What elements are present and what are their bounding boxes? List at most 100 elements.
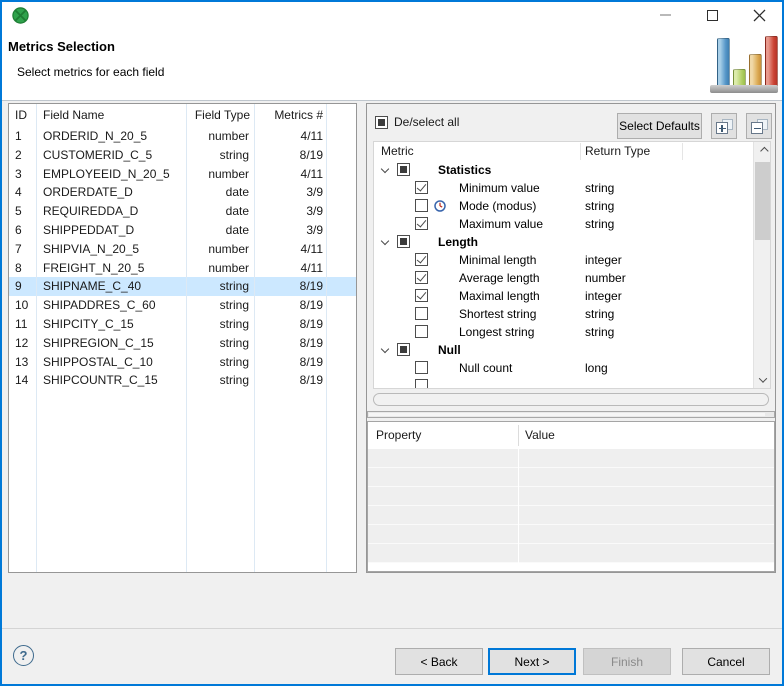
tree-item-maximum-value[interactable]: Maximum value string	[374, 215, 770, 233]
table-row[interactable]: 8FREIGHT_N_20_5number4/11	[9, 259, 356, 278]
tree-item-mode-modus[interactable]: Mode (modus) string	[374, 197, 770, 215]
scroll-up-icon[interactable]	[754, 142, 771, 159]
cell-type: string	[186, 353, 254, 372]
tree-group-length[interactable]: Length	[374, 233, 770, 251]
maximize-button[interactable]	[690, 0, 735, 30]
cancel-button[interactable]: Cancel	[682, 648, 770, 675]
col-header-return-type[interactable]: Return Type	[585, 142, 650, 161]
tree-item-null-count[interactable]: Null count long	[374, 359, 770, 377]
tree-item-minimal-length[interactable]: Minimal length integer	[374, 251, 770, 269]
item-label: Maximal length	[459, 287, 540, 305]
deselect-all-checkbox[interactable]: De/select all	[375, 115, 459, 129]
col-header-metric[interactable]: Metric	[381, 142, 414, 161]
group-checkbox[interactable]	[397, 235, 410, 248]
table-row[interactable]: 14SHIPCOUNTR_C_15string8/19	[9, 371, 356, 390]
chevron-down-icon[interactable]	[381, 165, 389, 173]
column-separator	[254, 104, 255, 572]
cell-name: SHIPREGION_C_15	[36, 334, 186, 353]
cell-type: string	[186, 315, 254, 334]
tree-item-minimum-value[interactable]: Minimum value string	[374, 179, 770, 197]
banner-bar-green	[733, 69, 746, 86]
item-checkbox[interactable]	[415, 289, 428, 302]
tree-group-null[interactable]: Null	[374, 341, 770, 359]
empty-property-row	[368, 506, 774, 525]
table-row[interactable]: 1ORDERID_N_20_5number4/11	[9, 127, 356, 146]
group-checkbox[interactable]	[397, 343, 410, 356]
item-checkbox[interactable]	[415, 253, 428, 266]
cell-id: 1	[9, 127, 36, 146]
clock-icon	[434, 200, 446, 212]
column-separator	[186, 104, 187, 572]
table-row[interactable]: 13SHIPPOSTAL_C_10string8/19	[9, 353, 356, 372]
item-label: Minimal length	[459, 251, 536, 269]
chevron-down-icon[interactable]	[381, 237, 389, 245]
tree-group-statistics[interactable]: Statistics	[374, 161, 770, 179]
table-row[interactable]: 4ORDERDATE_Ddate3/9	[9, 183, 356, 202]
cell-type: number	[186, 127, 254, 146]
cell-name: SHIPPEDDAT_D	[36, 221, 186, 240]
table-row[interactable]: 11SHIPCITY_C_15string8/19	[9, 315, 356, 334]
tree-item-clipped[interactable]	[374, 377, 770, 389]
table-row[interactable]: 7SHIPVIA_N_20_5number4/11	[9, 240, 356, 259]
item-checkbox[interactable]	[415, 307, 428, 320]
col-header-id[interactable]: ID	[9, 104, 36, 127]
return-type: string	[585, 179, 614, 197]
expand-all-button[interactable]	[711, 113, 737, 139]
help-button[interactable]: ?	[13, 645, 34, 666]
footer-separator	[2, 628, 782, 629]
cell-metrics: 8/19	[254, 296, 326, 315]
table-row[interactable]: 6SHIPPEDDAT_Ddate3/9	[9, 221, 356, 240]
scrollbar-thumb[interactable]	[755, 162, 770, 240]
finish-button: Finish	[583, 648, 671, 675]
item-checkbox[interactable]	[415, 181, 428, 194]
col-header-metrics[interactable]: Metrics #	[254, 104, 326, 127]
table-row[interactable]: 12SHIPREGION_C_15string8/19	[9, 334, 356, 353]
table-row[interactable]: 3EMPLOYEEID_N_20_5number4/11	[9, 165, 356, 184]
table-row[interactable]: 5REQUIREDDA_Ddate3/9	[9, 202, 356, 221]
group-label: Length	[438, 233, 478, 251]
tree-item-longest-string[interactable]: Longest string string	[374, 323, 770, 341]
cell-name: ORDERDATE_D	[36, 183, 186, 202]
tree-item-shortest-string[interactable]: Shortest string string	[374, 305, 770, 323]
col-header-field-type[interactable]: Field Type	[186, 104, 254, 127]
horizontal-scrollbar[interactable]	[367, 411, 775, 418]
close-button[interactable]	[737, 0, 782, 30]
table-row[interactable]: 2CUSTOMERID_C_5string8/19	[9, 146, 356, 165]
tree-item-maximal-length[interactable]: Maximal length integer	[374, 287, 770, 305]
deselect-all-label: De/select all	[394, 115, 459, 129]
maximize-icon	[707, 10, 718, 21]
table-row[interactable]: 10SHIPADDRES_C_60string8/19	[9, 296, 356, 315]
cell-id: 11	[9, 315, 36, 334]
group-checkbox[interactable]	[397, 163, 410, 176]
table-row-selected[interactable]: 9SHIPNAME_C_40string8/19	[9, 277, 356, 296]
return-type: string	[585, 323, 614, 341]
cell-type: date	[186, 202, 254, 221]
next-button[interactable]: Next >	[488, 648, 576, 675]
tree-item-average-length[interactable]: Average length number	[374, 269, 770, 287]
cell-name: SHIPADDRES_C_60	[36, 296, 186, 315]
cell-name: CUSTOMERID_C_5	[36, 146, 186, 165]
close-icon	[753, 9, 766, 22]
item-checkbox[interactable]	[415, 379, 428, 389]
cell-type: date	[186, 221, 254, 240]
collapse-all-button[interactable]	[746, 113, 772, 139]
chevron-down-icon[interactable]	[381, 345, 389, 353]
back-button[interactable]: < Back	[395, 648, 483, 675]
cell-metrics: 4/11	[254, 165, 326, 184]
vertical-scrollbar[interactable]	[753, 142, 770, 388]
expand-all-icon	[716, 119, 733, 134]
col-header-field-name[interactable]: Field Name	[36, 104, 186, 127]
item-checkbox[interactable]	[415, 361, 428, 374]
cell-id: 3	[9, 165, 36, 184]
select-defaults-button[interactable]: Select Defaults	[617, 113, 702, 139]
item-checkbox[interactable]	[415, 271, 428, 284]
item-checkbox[interactable]	[415, 325, 428, 338]
col-header-value[interactable]: Value	[525, 422, 555, 449]
scroll-down-icon[interactable]	[754, 371, 771, 388]
col-header-property[interactable]: Property	[376, 422, 421, 449]
empty-property-row	[368, 487, 774, 506]
scrollbar-thumb[interactable]	[369, 413, 765, 416]
item-checkbox[interactable]	[415, 217, 428, 230]
minimize-icon	[660, 14, 671, 16]
item-checkbox[interactable]	[415, 199, 428, 212]
